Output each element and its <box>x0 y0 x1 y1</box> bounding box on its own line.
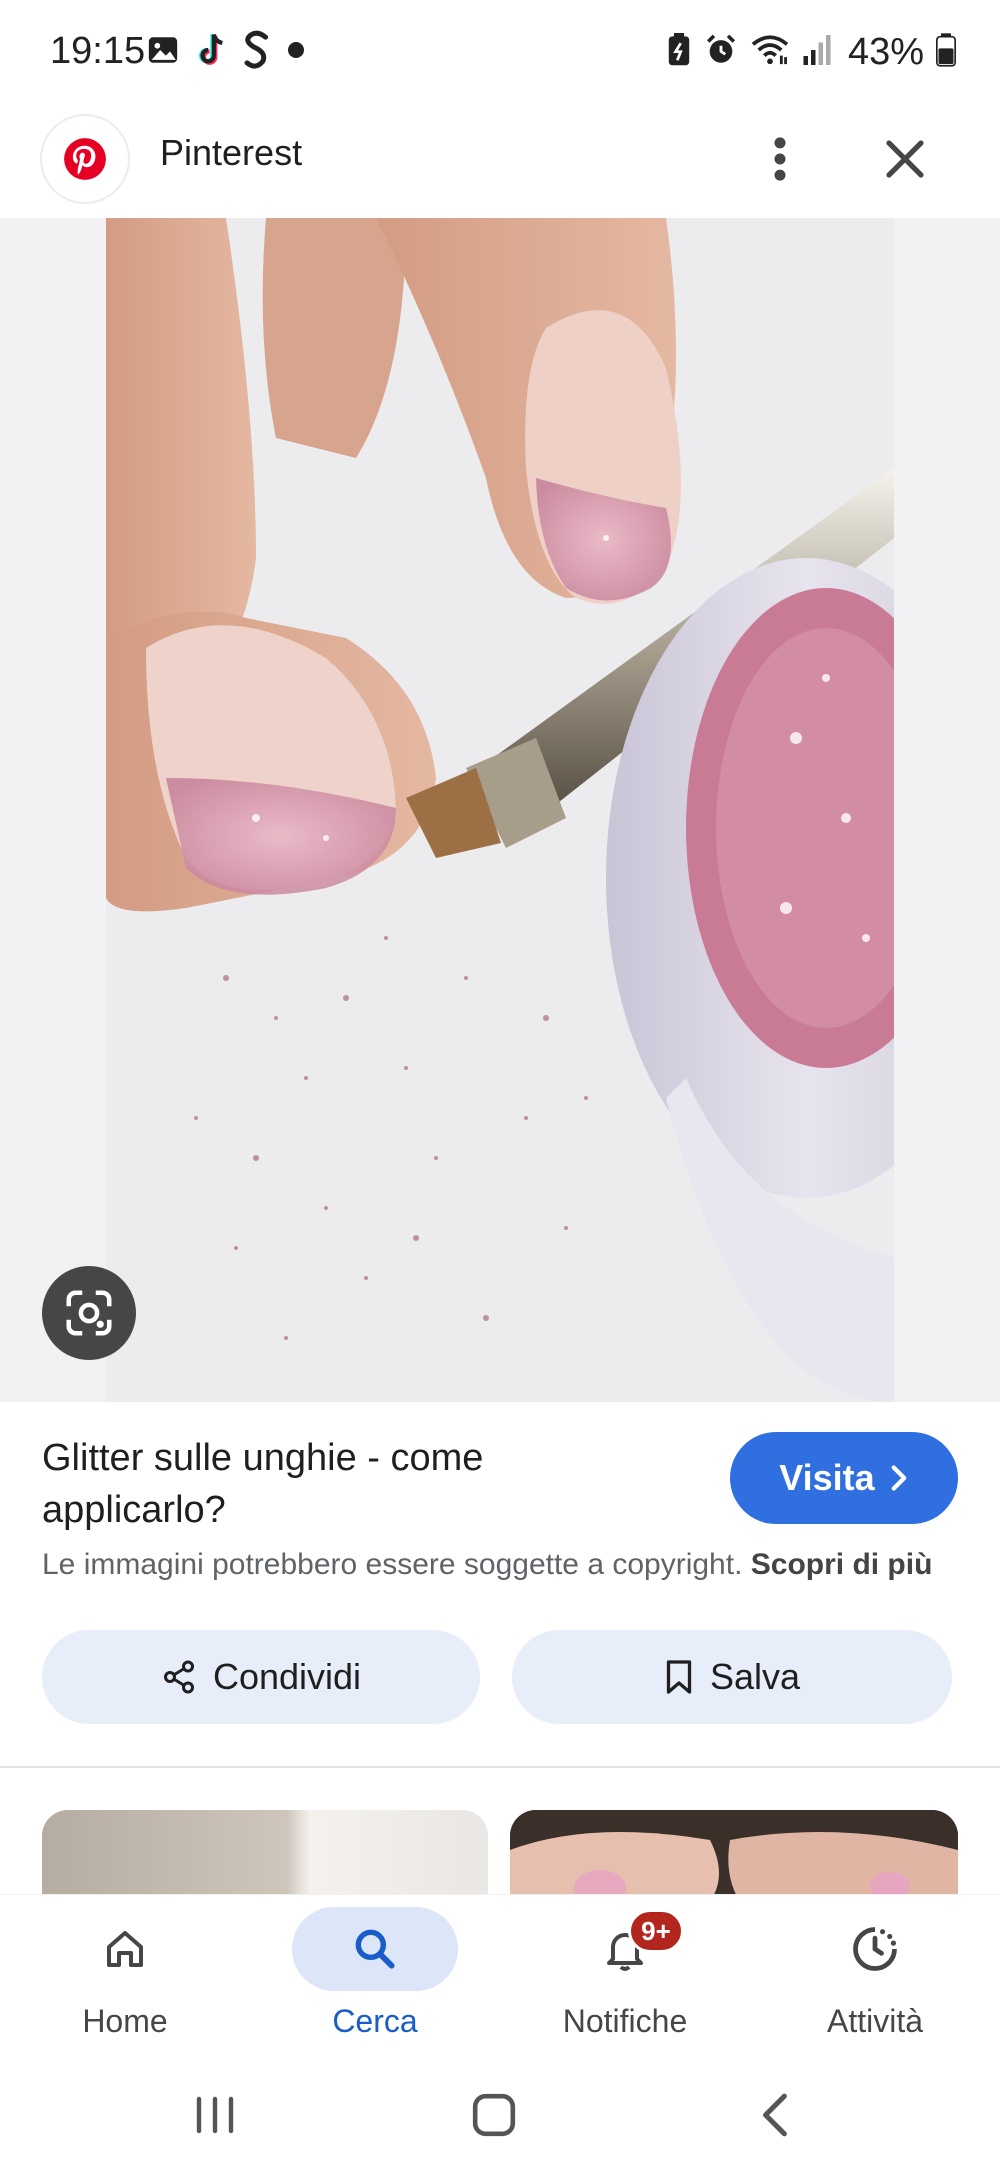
visit-button[interactable]: Visita <box>730 1432 958 1524</box>
site-name[interactable]: Pinterest <box>160 132 302 174</box>
share-button[interactable]: Condividi <box>42 1630 480 1724</box>
learn-more-link[interactable]: Scopri di più <box>751 1548 933 1581</box>
nav-home-label: Home <box>82 2003 168 2039</box>
more-vert-icon <box>774 137 786 181</box>
status-time: 19:15 <box>50 30 146 72</box>
nav-home-icon-wrap <box>42 1907 208 1991</box>
dot-icon <box>286 40 306 65</box>
share-icon <box>163 1660 194 1694</box>
share-label: Condividi <box>212 1656 362 1697</box>
gallery-icon <box>146 33 180 72</box>
chevron-right-icon <box>891 1465 907 1491</box>
bottom-navigation: Home Cerca 9+ Notifiche Attività <box>0 1894 1000 2064</box>
screen: 19:15 43% Pinterest Glitter sulle unghie… <box>0 0 1000 2166</box>
wifi-icon <box>750 33 790 72</box>
pinterest-logo-icon[interactable] <box>42 116 128 202</box>
google-lens-icon <box>66 1290 112 1336</box>
save-button[interactable]: Salva <box>512 1630 952 1724</box>
nav-notifications[interactable]: 9+ Notifiche <box>500 1895 750 2065</box>
source-header: Pinterest <box>0 104 1000 218</box>
close-icon <box>886 140 924 178</box>
back-chevron-icon <box>763 2093 787 2137</box>
signal-icon <box>802 33 832 72</box>
tiktok-icon <box>194 31 228 74</box>
nav-activity-icon-wrap <box>792 1907 958 1991</box>
google-lens-button[interactable] <box>42 1266 136 1360</box>
activity-icon <box>853 1927 897 1971</box>
nav-search-label: Cerca <box>332 2003 418 2039</box>
nav-home[interactable]: Home <box>0 1895 250 2065</box>
recents-button[interactable] <box>155 2076 275 2154</box>
nav-notifications-label: Notifiche <box>562 2003 688 2039</box>
s-app-icon <box>242 30 272 75</box>
system-navigation-bar <box>0 2064 1000 2166</box>
save-label: Salva <box>709 1656 801 1697</box>
recents-icon <box>196 2096 234 2134</box>
divider <box>0 1766 1000 1768</box>
notification-badge: 9+ <box>628 1909 684 1953</box>
system-status-icons: 43% <box>666 30 956 74</box>
nav-search-icon-wrap <box>292 1907 458 1991</box>
bookmark-icon <box>666 1660 692 1694</box>
status-bar: 19:15 43% <box>0 0 1000 104</box>
nav-search[interactable]: Cerca <box>250 1895 500 2065</box>
battery-icon <box>936 32 956 72</box>
nav-notifications-icon-wrap <box>542 1907 708 1991</box>
nail-glitter-photo <box>106 218 894 1402</box>
more-options-button[interactable] <box>760 124 800 194</box>
result-title[interactable]: Glitter sulle unghie - come applicarlo? <box>42 1432 672 1536</box>
back-button[interactable] <box>716 2076 836 2154</box>
system-home-button[interactable] <box>434 2076 554 2154</box>
nav-activity[interactable]: Attività <box>750 1895 1000 2065</box>
visit-label: Visita <box>779 1457 875 1498</box>
search-icon <box>355 1929 395 1969</box>
image-preview[interactable] <box>0 218 1000 1402</box>
copyright-notice: Le immagini potrebbero essere soggette a… <box>42 1548 982 1582</box>
nav-activity-label: Attività <box>826 2003 924 2039</box>
battery-percent: 43% <box>847 30 924 73</box>
alarm-icon <box>704 33 738 72</box>
home-square-icon <box>472 2093 516 2137</box>
home-icon <box>107 1931 143 1967</box>
notification-icons <box>146 30 306 74</box>
close-button[interactable] <box>870 124 940 194</box>
copyright-text: Le immagini potrebbero essere soggette a… <box>42 1548 743 1581</box>
battery-saver-icon <box>666 32 692 72</box>
